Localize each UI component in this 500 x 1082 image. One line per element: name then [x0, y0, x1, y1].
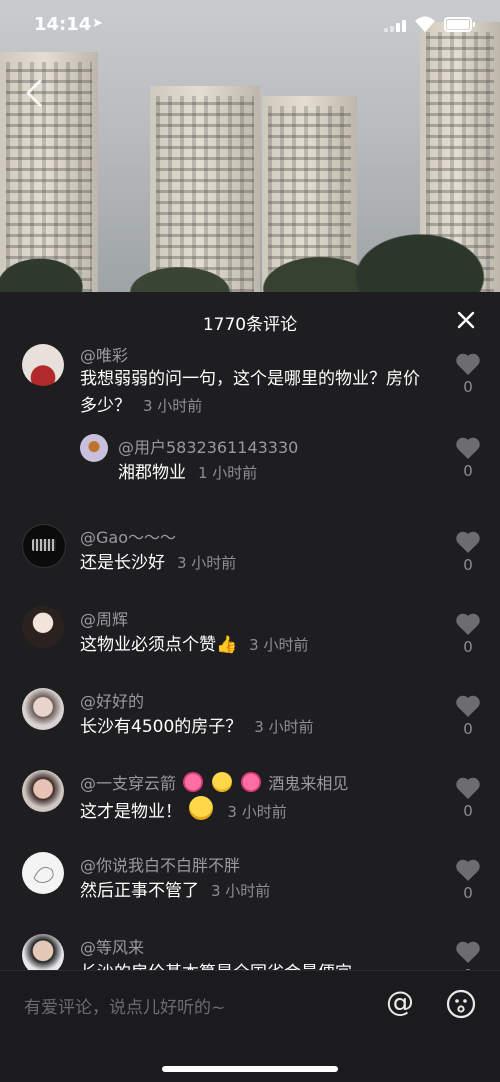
- comment-body: 湘郡物业: [118, 463, 186, 483]
- comment-item: @等风来 长沙的房价基本算是全国省会最便宜 0: [0, 926, 500, 972]
- sketch-avatar-icon: [33, 866, 54, 883]
- comment-body: 长沙有4500的房子？: [80, 717, 243, 737]
- avatar[interactable]: [22, 524, 66, 568]
- comment-text: 这才是物业！ 3 小时前: [80, 796, 430, 826]
- like-button[interactable]: 0: [454, 940, 482, 972]
- like-button[interactable]: 0: [454, 776, 482, 820]
- avatar[interactable]: [22, 770, 64, 812]
- comment-body: 我想弱弱的问一句，这个是哪里的物业？房价多少？: [80, 369, 420, 416]
- comment-body: 这才是物业！: [80, 802, 182, 822]
- comment-username[interactable]: @你说我白不白胖不胖: [80, 852, 240, 876]
- reply-item: @用户5832361143330 湘郡物业 1 小时前 0: [0, 426, 500, 506]
- like-count: 0: [463, 556, 473, 574]
- emoji-button[interactable]: [446, 989, 476, 1019]
- comment-time: 3 小时前: [227, 803, 287, 821]
- heart-icon: [456, 613, 480, 635]
- mention-button[interactable]: @: [386, 985, 414, 1018]
- cellular-signal-icon: [384, 20, 406, 32]
- like-button[interactable]: 0: [454, 352, 482, 396]
- comments-panel: 1770条评论 @唯彩 我想弱弱的问一句，这个是哪里的物业？房价多少？ 3 小时前…: [0, 292, 500, 1081]
- avatar[interactable]: [22, 852, 64, 894]
- like-button[interactable]: 0: [454, 612, 482, 656]
- heart-icon: [456, 353, 480, 375]
- like-button[interactable]: 0: [454, 530, 482, 574]
- comment-time: 1 小时前: [198, 464, 258, 482]
- comment-username[interactable]: @一支穿云箭 酒鬼来相见: [80, 770, 348, 794]
- heart-icon: [456, 859, 480, 881]
- comment-body: 还是长沙好: [80, 553, 165, 573]
- comment-username[interactable]: @等风来: [80, 934, 144, 958]
- comment-item: @好好的 长沙有4500的房子？ 3 小时前 0: [0, 678, 500, 758]
- status-bar: 14:14 ➤: [0, 0, 500, 50]
- like-button[interactable]: 0: [454, 858, 482, 902]
- comment-time: 3 小时前: [249, 636, 309, 654]
- comment-text: 还是长沙好 3 小时前: [80, 550, 430, 577]
- heart-icon: [456, 531, 480, 553]
- like-count: 0: [463, 720, 473, 738]
- username-suffix: 酒鬼来相见: [268, 774, 349, 793]
- heart-icon: [456, 777, 480, 799]
- thinking-emoji-icon: [189, 796, 214, 820]
- wifi-icon: [415, 16, 435, 32]
- heart-emoji-icon: [241, 772, 262, 792]
- avatar[interactable]: [22, 344, 64, 386]
- heart-emoji-icon: [183, 772, 204, 792]
- location-arrow-icon: ➤: [92, 16, 103, 31]
- comment-text: 长沙有4500的房子？ 3 小时前: [80, 714, 430, 741]
- comment-time: 3 小时前: [211, 882, 271, 900]
- comment-username[interactable]: @好好的: [80, 688, 144, 712]
- avatar[interactable]: [22, 688, 64, 730]
- comment-text: 这物业必须点个赞👍 3 小时前: [80, 632, 430, 659]
- like-button[interactable]: 0: [454, 436, 482, 480]
- like-button[interactable]: 0: [454, 694, 482, 738]
- comment-username[interactable]: @Gao～～～: [80, 524, 176, 548]
- comment-time: 3 小时前: [254, 718, 314, 736]
- comment-username[interactable]: @用户5832361143330: [118, 434, 298, 458]
- comment-text: 然后正事不管了 3 小时前: [80, 878, 430, 905]
- comment-list[interactable]: @唯彩 我想弱弱的问一句，这个是哪里的物业？房价多少？ 3 小时前 0 @用户58…: [0, 332, 500, 972]
- avatar[interactable]: [22, 934, 64, 972]
- comment-item: @你说我白不白胖不胖 然后正事不管了 3 小时前 0: [0, 842, 500, 922]
- like-count: 0: [463, 638, 473, 656]
- comment-item: @一支穿云箭 酒鬼来相见 这才是物业！ 3 小时前 0: [0, 760, 500, 840]
- heart-icon: [456, 941, 480, 963]
- close-icon[interactable]: [456, 310, 476, 330]
- username-prefix: @一支穿云箭: [80, 774, 177, 793]
- battery-icon: [444, 17, 475, 32]
- heart-icon: [456, 695, 480, 717]
- avatar[interactable]: [80, 434, 108, 462]
- comment-item: @Gao～～～ 还是长沙好 3 小时前 0: [0, 514, 500, 594]
- comment-time: 3 小时前: [143, 397, 203, 415]
- status-time: 14:14: [34, 14, 92, 35]
- back-button[interactable]: [22, 78, 48, 108]
- comment-time: 3 小时前: [177, 554, 237, 572]
- comment-input[interactable]: 有爱评论，说点儿好听的~: [24, 993, 225, 1018]
- comment-text: 湘郡物业 1 小时前: [118, 460, 418, 487]
- trees: [0, 197, 500, 292]
- comment-body: 这物业必须点个赞👍: [80, 635, 238, 655]
- comment-item: @周辉 这物业必须点个赞👍 3 小时前 0: [0, 596, 500, 676]
- like-count: 0: [463, 378, 473, 396]
- heart-eyes-emoji-icon: [212, 772, 233, 792]
- like-count: 0: [463, 802, 473, 820]
- home-indicator[interactable]: [162, 1066, 338, 1072]
- comment-body: 然后正事不管了: [80, 881, 199, 901]
- comment-username[interactable]: @周辉: [80, 606, 128, 630]
- like-count: 0: [463, 462, 473, 480]
- comment-username[interactable]: @唯彩: [80, 342, 128, 366]
- avatar[interactable]: [22, 606, 64, 648]
- comment-item: @唯彩 我想弱弱的问一句，这个是哪里的物业？房价多少？ 3 小时前 0: [0, 332, 500, 422]
- like-count: 0: [463, 884, 473, 902]
- comment-text: 我想弱弱的问一句，这个是哪里的物业？房价多少？ 3 小时前: [80, 366, 430, 420]
- heart-icon: [456, 437, 480, 459]
